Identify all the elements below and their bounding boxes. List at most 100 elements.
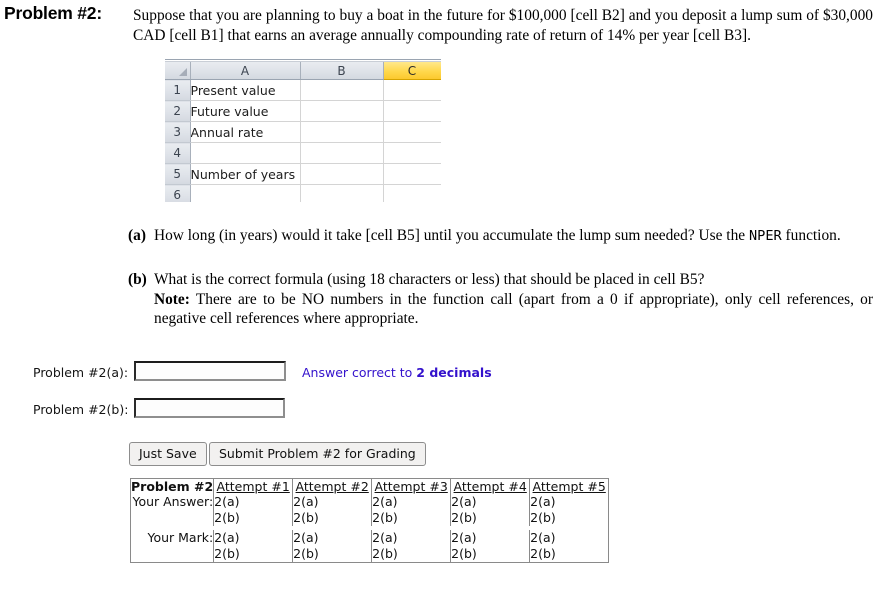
column-header-a[interactable]: A [190,62,301,80]
just-save-button[interactable]: Just Save [129,442,207,466]
your-answer-attempt-1-line-b: 2(b) [214,510,240,525]
your-answer-attempt-3-line-a: 2(a) [372,494,398,509]
spreadsheet-column-header-row: A B C [165,62,441,80]
cell-C6[interactable] [383,184,441,202]
spreadsheet-row: 6 [165,184,441,202]
your-mark-row-label: Your Mark: [130,530,215,563]
your-mark-attempt-3-line-a: 2(a) [372,530,398,545]
attempt-3-label: Attempt #3 [374,479,448,494]
your-mark-attempt-1: 2(a) 2(b) [213,530,294,563]
your-mark-attempt-1-line-a: 2(a) [214,530,240,545]
cell-B4[interactable] [300,142,384,164]
cell-C1[interactable] [383,79,441,101]
question-b-marker: (b) [128,271,147,288]
cell-A2[interactable]: Future value [190,100,301,122]
cell-B2[interactable] [300,100,384,122]
question-a-marker: (a) [128,227,146,244]
select-all-triangle-icon [178,68,187,76]
answer-b-input[interactable] [134,398,285,418]
your-answer-row-label: Your Answer: [130,494,215,526]
your-mark-attempt-1-line-b: 2(b) [214,546,240,561]
your-answer-attempt-4-line-a: 2(a) [451,494,477,509]
column-header-b[interactable]: B [300,62,384,80]
answer-a-hint-bold: 2 decimals [416,365,492,380]
your-mark-attempt-4-line-b: 2(b) [451,546,477,561]
question-b-note-text: There are to be NO numbers in the functi… [154,290,873,328]
cell-A4[interactable] [190,142,301,164]
results-header-attempt-2: Attempt #2 [292,478,373,494]
column-header-c[interactable]: C [383,62,441,80]
question-b-note-label: Note: [154,290,190,308]
your-answer-attempt-5: 2(a) 2(b) [530,494,609,526]
your-answer-attempt-5-line-a: 2(a) [530,494,556,509]
cell-A5[interactable]: Number of years [190,163,301,185]
row-header-4[interactable]: 4 [165,142,191,164]
spreadsheet-grid: A B C 1 Present value 2 Future value 3 A… [165,62,441,202]
attempt-1-label: Attempt #1 [216,479,290,494]
answer-a-label: Problem #2(a): [33,365,129,380]
results-row-your-answer: Your Answer: 2(a) 2(b) 2(a) 2(b) 2(a) 2(… [130,494,609,526]
question-a-function-name: NPER [748,228,782,244]
your-mark-attempt-5: 2(a) 2(b) [530,530,609,563]
cell-A6[interactable] [190,184,301,202]
cell-A3[interactable]: Annual rate [190,121,301,143]
cell-C4[interactable] [383,142,441,164]
answer-a-hint-prefix: Answer correct to [302,365,417,380]
results-corner-label: Problem #2 [130,478,215,494]
your-answer-attempt-3-line-b: 2(b) [372,510,398,525]
results-header-attempt-4: Attempt #4 [450,478,531,494]
spreadsheet-viewport: A B C 1 Present value 2 Future value 3 A… [165,62,441,202]
your-mark-attempt-4: 2(a) 2(b) [450,530,531,563]
row-header-6[interactable]: 6 [165,184,191,202]
row-header-1[interactable]: 1 [165,79,191,101]
answer-a-hint: Answer correct to 2 decimals [302,365,492,380]
row-header-2[interactable]: 2 [165,100,191,122]
your-mark-attempt-5-line-a: 2(a) [530,530,556,545]
question-a: (a) How long (in years) would it take [c… [128,226,873,247]
your-mark-attempt-4-line-a: 2(a) [451,530,477,545]
problem-statement-text: Suppose that you are planning to buy a b… [133,7,873,44]
question-b: (b) What is the correct formula (using 1… [128,270,873,329]
results-row-your-mark: Your Mark: 2(a) 2(b) 2(a) 2(b) 2(a) 2(b)… [130,530,609,563]
select-all-corner[interactable] [165,62,191,80]
answer-b-label: Problem #2(b): [33,402,129,417]
your-answer-attempt-5-line-b: 2(b) [530,510,556,525]
problem-number-label: Problem #2: [4,3,102,23]
cell-B1[interactable] [300,79,384,101]
your-mark-attempt-2-line-a: 2(a) [293,530,319,545]
question-a-body: How long (in years) would it take [cell … [154,226,873,247]
spreadsheet-row: 1 Present value [165,79,441,101]
question-b-text: What is the correct formula (using 18 ch… [154,271,705,288]
cell-B5[interactable] [300,163,384,185]
row-header-5[interactable]: 5 [165,163,191,185]
results-header-attempt-5: Attempt #5 [530,479,609,494]
cell-C2[interactable] [383,100,441,122]
row-header-3[interactable]: 3 [165,121,191,143]
your-answer-attempt-3: 2(a) 2(b) [371,494,452,526]
your-answer-attempt-4-line-b: 2(b) [451,510,477,525]
attempt-5-label: Attempt #5 [532,479,606,494]
your-mark-attempt-2: 2(a) 2(b) [292,530,373,563]
your-answer-attempt-2: 2(a) 2(b) [292,494,373,526]
attempt-4-label: Attempt #4 [453,479,527,494]
your-answer-attempt-1-line-a: 2(a) [214,494,240,509]
results-header-row: Problem #2 Attempt #1 Attempt #2 Attempt… [130,478,609,494]
your-mark-attempt-3: 2(a) 2(b) [371,530,452,563]
answer-a-input[interactable] [134,361,286,381]
results-header-attempt-3: Attempt #3 [371,478,452,494]
attempt-2-label: Attempt #2 [295,479,369,494]
your-mark-attempt-2-line-b: 2(b) [293,546,319,561]
your-answer-attempt-4: 2(a) 2(b) [450,494,531,526]
cell-C5[interactable] [383,163,441,185]
cell-B3[interactable] [300,121,384,143]
cell-C3[interactable] [383,121,441,143]
spreadsheet-row: 3 Annual rate [165,121,441,143]
spreadsheet-row: 4 [165,142,441,164]
cell-B6[interactable] [300,184,384,202]
spreadsheet-widget[interactable]: A B C 1 Present value 2 Future value 3 A… [165,59,441,202]
your-answer-attempt-2-line-b: 2(b) [293,510,319,525]
your-answer-attempt-1: 2(a) 2(b) [213,494,294,526]
submit-for-grading-button[interactable]: Submit Problem #2 for Grading [209,442,426,466]
question-a-text-after: function. [781,227,841,244]
cell-A1[interactable]: Present value [190,79,301,101]
